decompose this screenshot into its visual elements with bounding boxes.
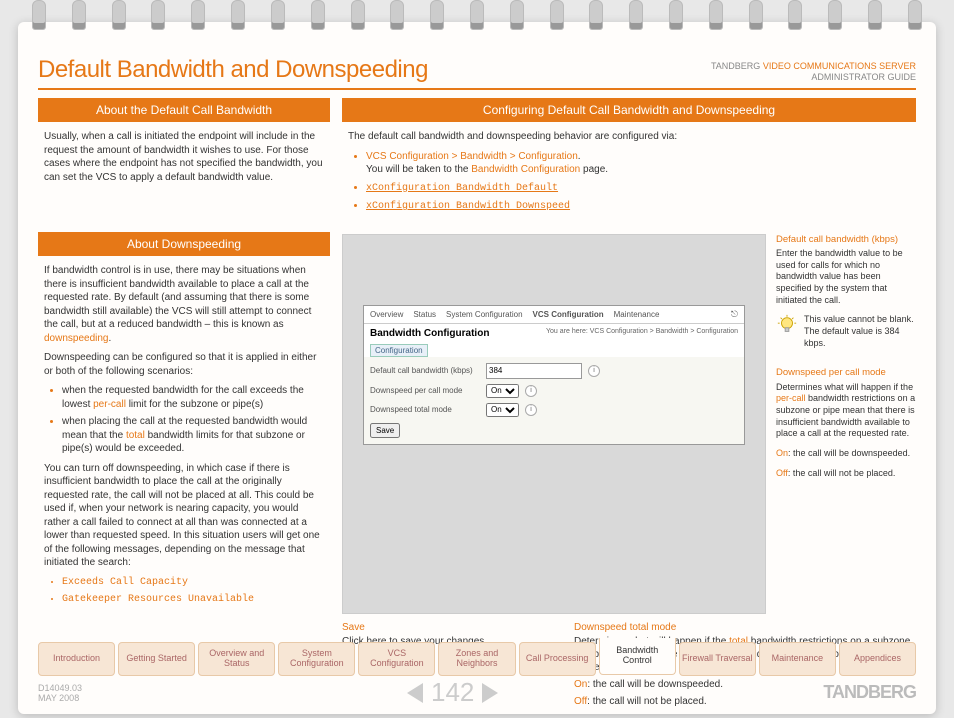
brand-logo: TANDBERG bbox=[823, 682, 916, 703]
per-call-link-2[interactable]: per-call bbox=[776, 393, 806, 403]
tab-call-processing[interactable]: Call Processing bbox=[519, 642, 596, 676]
ss-label-default-bw: Default call bandwidth (kbps) bbox=[370, 366, 480, 375]
ss-window: Overview Status System Configuration VCS… bbox=[363, 305, 745, 445]
per-call-link[interactable]: per-call bbox=[93, 399, 126, 410]
downspeeding-term: downspeeding bbox=[44, 333, 109, 344]
doc-id: D14049.03 bbox=[38, 683, 82, 693]
tab-appendices[interactable]: Appendices bbox=[839, 642, 916, 676]
callout-percall-off: Off: the call will not be placed. bbox=[776, 468, 916, 480]
ss-label-percall: Downspeed per call mode bbox=[370, 386, 480, 395]
tab-overview-status[interactable]: Overview and Status bbox=[198, 642, 275, 676]
bulb-note-text: This value cannot be blank. The default … bbox=[804, 314, 916, 349]
tab-maintenance[interactable]: Maintenance bbox=[759, 642, 836, 676]
ss-tab-overview[interactable]: Overview bbox=[370, 310, 403, 319]
ss-row-percall: Downspeed per call mode On i bbox=[370, 384, 738, 398]
product-id: TANDBERG VIDEO COMMUNICATIONS SERVER ADM… bbox=[711, 61, 916, 84]
msg-exceeds: Exceeds Call Capacity bbox=[62, 576, 324, 590]
info-icon[interactable]: i bbox=[525, 385, 537, 397]
spiral-binding bbox=[0, 0, 954, 38]
page-title: Default Bandwidth and Downspeeding bbox=[38, 56, 428, 84]
ss-row-default-bw: Default call bandwidth (kbps) i bbox=[370, 363, 738, 379]
tab-bandwidth-control[interactable]: Bandwidth Control bbox=[599, 638, 676, 675]
about-default-text: Usually, when a call is initiated the en… bbox=[44, 130, 324, 184]
brand-prefix: TANDBERG bbox=[711, 61, 763, 71]
downspeeding-p1: If bandwidth control is in use, there ma… bbox=[44, 264, 324, 345]
right-column: Configuring Default Call Bandwidth and D… bbox=[342, 98, 916, 712]
nav-path[interactable]: VCS Configuration > Bandwidth > Configur… bbox=[366, 151, 578, 162]
downspeeding-p2: Downspeeding can be configured so that i… bbox=[44, 351, 324, 378]
lightbulb-icon bbox=[776, 314, 798, 336]
info-icon[interactable]: i bbox=[588, 365, 600, 377]
prev-page-arrow[interactable] bbox=[407, 683, 423, 703]
section-heading-about-downspeeding: About Downspeeding bbox=[38, 232, 330, 256]
tab-system-config[interactable]: System Configuration bbox=[278, 642, 355, 676]
callout-total-title: Downspeed total mode bbox=[574, 622, 916, 633]
callout-default-bw-body: Enter the bandwidth value to be used for… bbox=[776, 248, 916, 306]
nav-path-item: VCS Configuration > Bandwidth > Configur… bbox=[366, 150, 910, 177]
ss-tab-status[interactable]: Status bbox=[413, 310, 436, 319]
callout-percall-title: Downspeed per call mode bbox=[776, 367, 916, 379]
section-heading-configuring: Configuring Default Call Bandwidth and D… bbox=[342, 98, 916, 122]
ds-bullet-1: when the requested bandwidth for the cal… bbox=[62, 384, 324, 411]
ss-row-total: Downspeed total mode On i bbox=[370, 403, 738, 417]
left-column: About the Default Call Bandwidth Usually… bbox=[38, 98, 330, 712]
tab-getting-started[interactable]: Getting Started bbox=[118, 642, 195, 676]
config-intro: The default call bandwidth and downspeed… bbox=[348, 130, 910, 144]
ss-nav-tabs: Overview Status System Configuration VCS… bbox=[364, 306, 744, 324]
ss-title: Bandwidth Configuration bbox=[364, 324, 495, 343]
callout-percall-body: Determines what will happen if the per-c… bbox=[776, 382, 916, 440]
ds-bullet-2: when placing the call at the requested b… bbox=[62, 415, 324, 456]
next-page-arrow[interactable] bbox=[482, 683, 498, 703]
bulb-note: This value cannot be blank. The default … bbox=[776, 314, 916, 357]
page: Default Bandwidth and Downspeeding TANDB… bbox=[18, 22, 936, 714]
callout-percall-on: On: the call will be downspeeded. bbox=[776, 448, 916, 460]
ss-input-default-bw[interactable] bbox=[486, 363, 582, 379]
doc-footer: D14049.03 MAY 2008 142 TANDBERG bbox=[38, 677, 916, 708]
tab-firewall-traversal[interactable]: Firewall Traversal bbox=[679, 642, 756, 676]
ss-tab-maintenance[interactable]: Maintenance bbox=[614, 310, 660, 319]
bandwidth-config-link[interactable]: Bandwidth Configuration bbox=[471, 164, 580, 175]
downspeeding-p3: You can turn off downspeeding, in which … bbox=[44, 462, 324, 570]
total-link[interactable]: total bbox=[126, 430, 145, 441]
ss-tab-vcsconfig[interactable]: VCS Configuration bbox=[533, 310, 604, 319]
ss-select-percall[interactable]: On bbox=[486, 384, 519, 398]
ss-tab-sysconfig[interactable]: System Configuration bbox=[446, 310, 522, 319]
section-heading-about-default: About the Default Call Bandwidth bbox=[38, 98, 330, 122]
ss-select-total[interactable]: On bbox=[486, 403, 519, 417]
header: Default Bandwidth and Downspeeding TANDB… bbox=[38, 56, 916, 90]
xconfig-downspeed-link[interactable]: xConfiguration Bandwidth Downspeed bbox=[366, 201, 570, 212]
doc-date: MAY 2008 bbox=[38, 693, 79, 703]
info-icon[interactable]: i bbox=[525, 404, 537, 416]
page-navigation: 142 bbox=[407, 677, 498, 708]
ss-label-total: Downspeed total mode bbox=[370, 405, 480, 414]
page-number: 142 bbox=[431, 677, 474, 708]
tab-zones-neighbors[interactable]: Zones and Neighbors bbox=[438, 642, 515, 676]
callout-save-title: Save bbox=[342, 622, 562, 633]
config-screenshot: Overview Status System Configuration VCS… bbox=[342, 234, 766, 614]
cmd1-item: xConfiguration Bandwidth Default bbox=[366, 181, 910, 196]
ss-subtab[interactable]: Configuration bbox=[370, 344, 428, 357]
ss-breadcrumb: You are here: VCS Configuration > Bandwi… bbox=[540, 324, 744, 339]
product-sub: ADMINISTRATOR GUIDE bbox=[811, 72, 916, 82]
callout-default-bw-title: Default call bandwidth (kbps) bbox=[776, 234, 916, 246]
ss-subtab-row: Configuration bbox=[364, 343, 744, 357]
tab-introduction[interactable]: Introduction bbox=[38, 642, 115, 676]
footer-nav-tabs: Introduction Getting Started Overview an… bbox=[38, 642, 916, 676]
callouts-sidebar: Default call bandwidth (kbps) Enter the … bbox=[776, 234, 916, 614]
xconfig-default-link[interactable]: xConfiguration Bandwidth Default bbox=[366, 183, 558, 194]
product-name: VIDEO COMMUNICATIONS SERVER bbox=[763, 61, 916, 71]
doc-meta: D14049.03 MAY 2008 bbox=[38, 683, 82, 703]
tab-vcs-config[interactable]: VCS Configuration bbox=[358, 642, 435, 676]
msg-gatekeeper: Gatekeeper Resources Unavailable bbox=[62, 593, 324, 607]
cmd2-item: xConfiguration Bandwidth Downspeed bbox=[366, 199, 910, 214]
logout-icon[interactable]: ⎋ bbox=[731, 309, 738, 320]
ss-save-button[interactable]: Save bbox=[370, 423, 400, 438]
